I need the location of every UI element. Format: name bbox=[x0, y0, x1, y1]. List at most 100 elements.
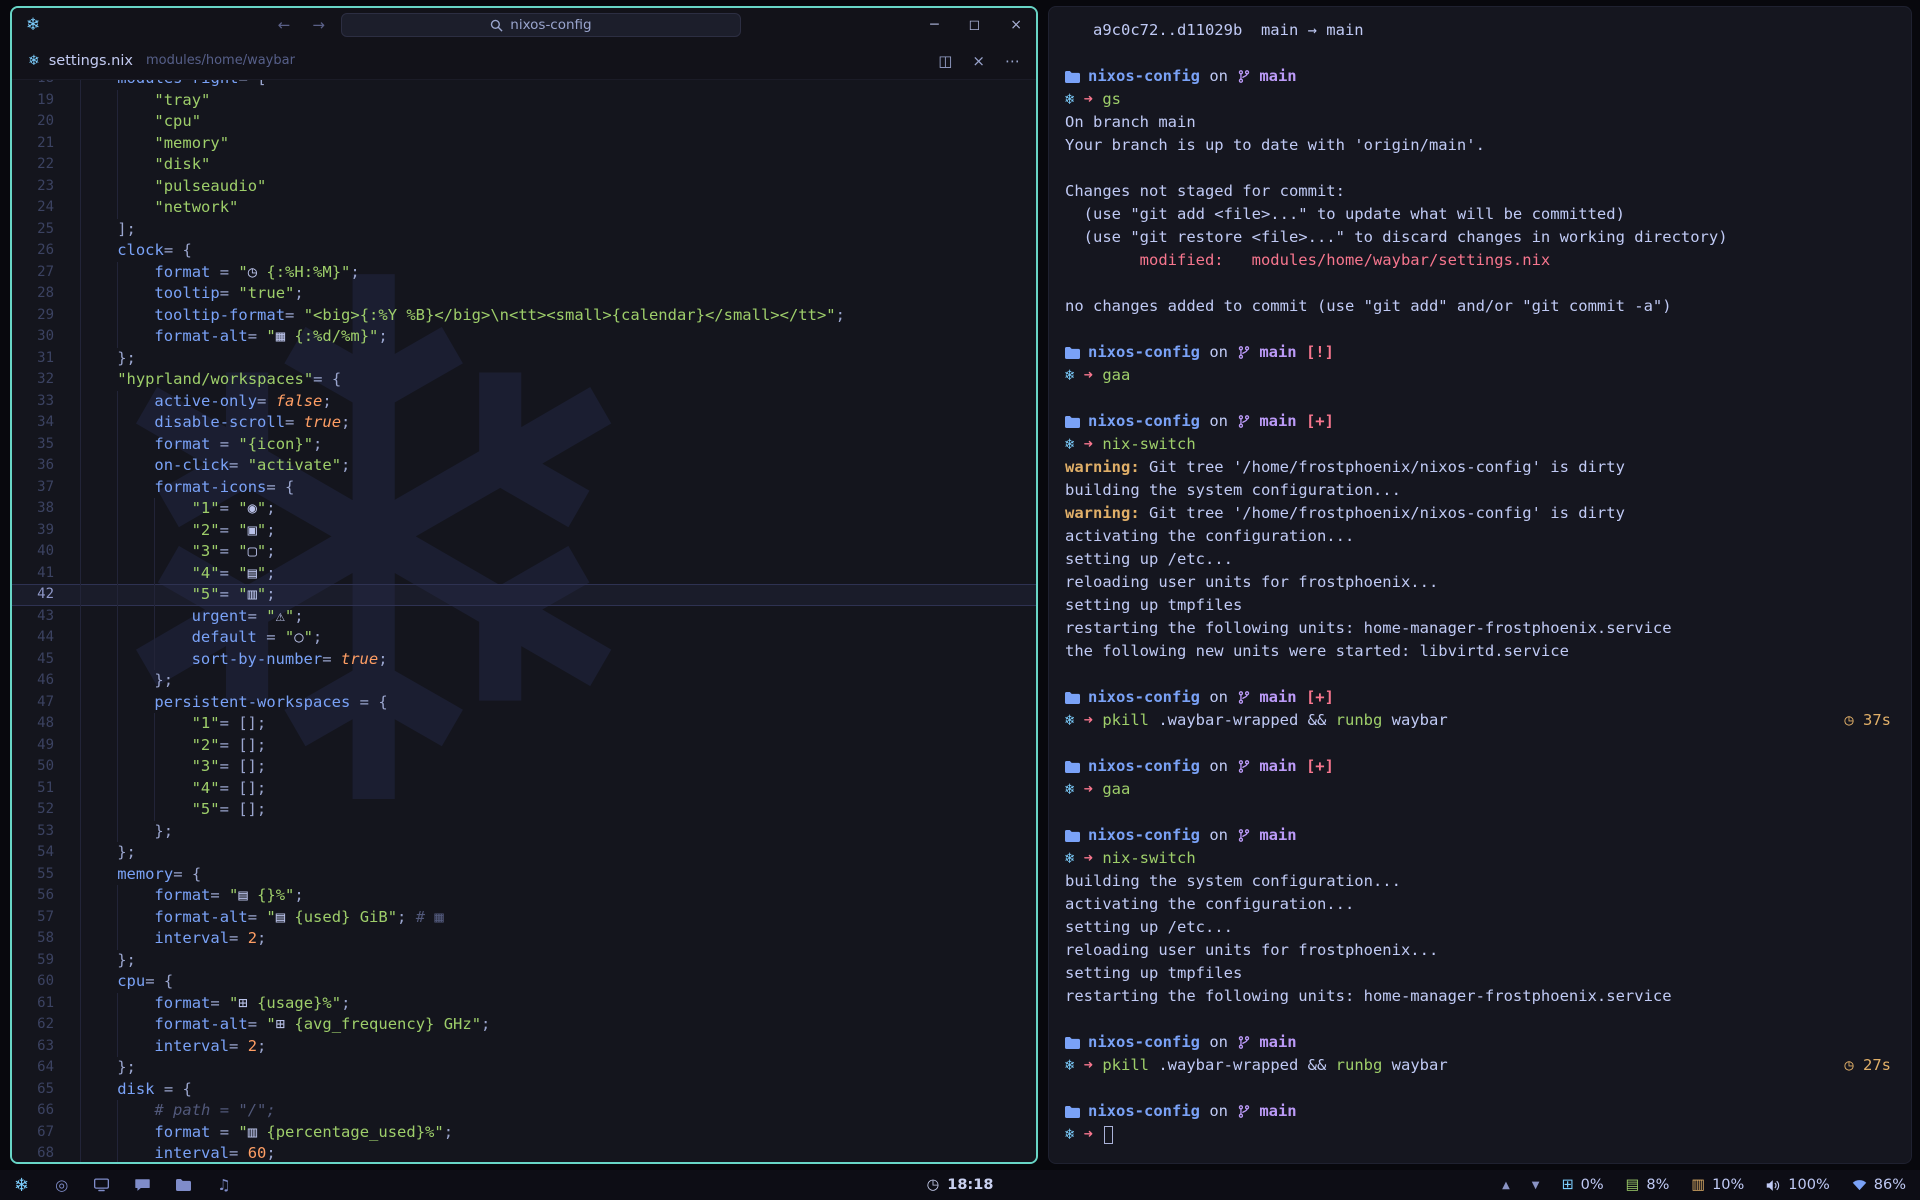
code-line[interactable]: 47persistent-workspaces = { bbox=[12, 692, 1036, 714]
code-line[interactable]: 63interval= 2; bbox=[12, 1036, 1036, 1058]
code-line[interactable]: 57format-alt= "▤ {used} GiB"; # ▦ bbox=[12, 907, 1036, 929]
back-button[interactable]: ← bbox=[272, 16, 297, 34]
waybar-clock[interactable]: ◷ 18:18 bbox=[927, 1177, 994, 1193]
code-line[interactable]: 53}; bbox=[12, 821, 1036, 843]
code-line[interactable]: 48"1"= []; bbox=[12, 713, 1036, 735]
code-line[interactable]: 66# path = "/"; bbox=[12, 1100, 1036, 1122]
code-line[interactable]: 27format = "◷ {:%H:%M}"; bbox=[12, 262, 1036, 284]
split-editor-icon[interactable]: ◫ bbox=[938, 52, 952, 70]
waybar-module-memory[interactable]: ▤8% bbox=[1626, 1177, 1670, 1193]
terminal-cursor bbox=[1104, 1126, 1113, 1144]
tab-file-path: modules/home/waybar bbox=[146, 53, 295, 68]
waybar-module-pulseaudio[interactable]: 100% bbox=[1766, 1177, 1829, 1193]
code-line[interactable]: 50"3"= []; bbox=[12, 756, 1036, 778]
indent-guide bbox=[117, 541, 154, 563]
code-line[interactable]: 37format-icons= { bbox=[12, 477, 1036, 499]
code-line[interactable]: 61format= "⊞ {usage}%"; bbox=[12, 993, 1036, 1015]
line-number: 35 bbox=[12, 434, 54, 456]
code-line[interactable]: 29tooltip-format= "<big>{:%Y %B}</big>\n… bbox=[12, 305, 1036, 327]
waybar-module-disk[interactable]: ▥10% bbox=[1691, 1177, 1744, 1193]
indent-guide bbox=[80, 1036, 117, 1058]
waybar-module-network[interactable]: 86% bbox=[1852, 1177, 1906, 1193]
waybar-chat[interactable] bbox=[135, 1178, 150, 1192]
code-line[interactable]: 62format-alt= "⊞ {avg_frequency} GHz"; bbox=[12, 1014, 1036, 1036]
waybar-module-cpu[interactable]: ⊞0% bbox=[1561, 1177, 1603, 1193]
command-center-search[interactable]: nixos-config bbox=[341, 13, 741, 37]
code-line[interactable]: 46}; bbox=[12, 670, 1036, 692]
code-line[interactable]: 42"5"= "▥"; bbox=[12, 584, 1036, 606]
code-token: urgent bbox=[192, 606, 248, 628]
waybar-screenshot[interactable] bbox=[94, 1178, 109, 1192]
code-line[interactable]: 32"hyprland/workspaces"= { bbox=[12, 369, 1036, 391]
code-line[interactable]: 43urgent= "⚠"; bbox=[12, 606, 1036, 628]
more-actions-icon[interactable]: ⋯ bbox=[1005, 52, 1020, 70]
code-area[interactable]: ❄ 18modules-right= [19"tray"20"cpu"21"me… bbox=[12, 80, 1036, 1162]
minimize-button[interactable]: ─ bbox=[930, 17, 938, 33]
waybar-files[interactable] bbox=[176, 1178, 191, 1192]
code-line[interactable]: 21"memory" bbox=[12, 133, 1036, 155]
code-token: ◉ bbox=[248, 498, 257, 520]
code-line[interactable]: 24"network" bbox=[12, 197, 1036, 219]
code-line[interactable]: 39"2"= "▣"; bbox=[12, 520, 1036, 542]
code-line[interactable]: 34disable-scroll= true; bbox=[12, 412, 1036, 434]
tab-settings-nix[interactable]: settings.nix bbox=[49, 53, 133, 69]
forward-button[interactable]: → bbox=[306, 16, 331, 34]
indent-guide bbox=[80, 670, 117, 692]
code-line[interactable]: 20"cpu" bbox=[12, 111, 1036, 133]
code-line[interactable]: 19"tray" bbox=[12, 90, 1036, 112]
indent-guide bbox=[80, 369, 117, 391]
waybar-music[interactable]: ♫ bbox=[217, 1176, 230, 1194]
code-line[interactable]: 56format= "▤ {}%"; bbox=[12, 885, 1036, 907]
waybar-power[interactable]: ◎ bbox=[55, 1176, 68, 1194]
terminal-line: nixos-config on main bbox=[1065, 1031, 1891, 1054]
terminal-text: on bbox=[1200, 755, 1237, 778]
waybar-launcher[interactable]: ❄ bbox=[14, 1175, 29, 1196]
close-tab-icon[interactable]: × bbox=[972, 52, 985, 70]
code-line[interactable]: 26clock= { bbox=[12, 240, 1036, 262]
terminal-text: setting up tmpfiles bbox=[1065, 962, 1242, 985]
waybar-module-tray-item-1[interactable]: ▲ bbox=[1502, 1180, 1510, 1191]
code-line[interactable]: 18modules-right= [ bbox=[12, 80, 1036, 90]
code-line[interactable]: 64}; bbox=[12, 1057, 1036, 1079]
code-line[interactable]: 60cpu= { bbox=[12, 971, 1036, 993]
code-line[interactable]: 52"5"= []; bbox=[12, 799, 1036, 821]
code-line[interactable]: 51"4"= []; bbox=[12, 778, 1036, 800]
line-number: 60 bbox=[12, 971, 54, 993]
terminal-window[interactable]: a9c0c72..d11029b main → mainnixos-config… bbox=[1048, 6, 1912, 1164]
code-line[interactable]: 49"2"= []; bbox=[12, 735, 1036, 757]
maximize-button[interactable]: ◻ bbox=[969, 17, 981, 33]
code-line[interactable]: 44default = "○"; bbox=[12, 627, 1036, 649]
code-line[interactable]: 41"4"= "▤"; bbox=[12, 563, 1036, 585]
code-line[interactable]: 38"1"= "◉"; bbox=[12, 498, 1036, 520]
code-line[interactable]: 36on-click= "activate"; bbox=[12, 455, 1036, 477]
line-number: 19 bbox=[12, 90, 54, 112]
code-token: }; bbox=[117, 1057, 136, 1079]
code-token: # path = "/"; bbox=[154, 1100, 275, 1122]
code-line[interactable]: 65disk = { bbox=[12, 1079, 1036, 1101]
code-token: = bbox=[322, 649, 341, 671]
code-line[interactable]: 54}; bbox=[12, 842, 1036, 864]
indent-guide bbox=[80, 842, 117, 864]
code-token: ; bbox=[266, 520, 275, 542]
code-line[interactable]: 35format = "{icon}"; bbox=[12, 434, 1036, 456]
code-line[interactable]: 22"disk" bbox=[12, 154, 1036, 176]
close-button[interactable]: × bbox=[1010, 17, 1022, 33]
code-line[interactable]: 23"pulseaudio" bbox=[12, 176, 1036, 198]
terminal-text: on bbox=[1200, 1100, 1237, 1123]
code-line[interactable]: 68interval= 60; bbox=[12, 1143, 1036, 1162]
code-line[interactable]: 55memory= { bbox=[12, 864, 1036, 886]
waybar-module-tray-item-2[interactable]: ▼ bbox=[1532, 1180, 1540, 1191]
code-line[interactable]: 45sort-by-number= true; bbox=[12, 649, 1036, 671]
code-line[interactable]: 33active-only= false; bbox=[12, 391, 1036, 413]
code-line[interactable]: 40"3"= "▢"; bbox=[12, 541, 1036, 563]
code-line[interactable]: 30format-alt= "▦ {:%d/%m}"; bbox=[12, 326, 1036, 348]
code-line[interactable]: 31}; bbox=[12, 348, 1036, 370]
code-line[interactable]: 25]; bbox=[12, 219, 1036, 241]
code-line[interactable]: 59}; bbox=[12, 950, 1036, 972]
code-line[interactable]: 28tooltip= "true"; bbox=[12, 283, 1036, 305]
code-line[interactable]: 67format = "▥ {percentage_used}%"; bbox=[12, 1122, 1036, 1144]
code-token: true bbox=[341, 649, 378, 671]
editor-window[interactable]: ❄ ← → nixos-config ─ ◻ × ❄ settings.nix … bbox=[10, 6, 1038, 1164]
terminal-text: on bbox=[1200, 410, 1237, 433]
code-line[interactable]: 58interval= 2; bbox=[12, 928, 1036, 950]
